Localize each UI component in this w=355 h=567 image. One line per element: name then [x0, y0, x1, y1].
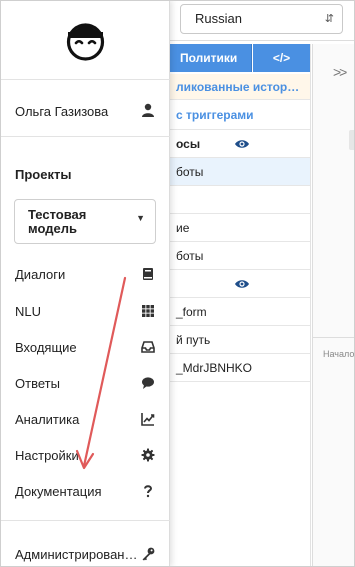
- pane-divider: [313, 337, 355, 338]
- sidebar-item-label: NLU: [15, 304, 42, 319]
- sidebar-item-label: Диалоги: [15, 267, 66, 282]
- key-icon: [142, 547, 155, 561]
- list-item[interactable]: _form: [170, 298, 310, 326]
- logo-icon[interactable]: [63, 17, 108, 62]
- grid-icon: [142, 305, 154, 317]
- sidebar-item-label: Документация: [15, 484, 102, 499]
- list-item[interactable]: боты: [170, 242, 310, 270]
- user-name[interactable]: Ольга Газизова: [15, 104, 108, 119]
- language-select-value: Russian: [195, 11, 242, 26]
- chart-line-icon: [141, 413, 155, 426]
- list-item[interactable]: с триггерами: [170, 100, 310, 130]
- list-item[interactable]: [170, 186, 310, 214]
- list-item[interactable]: й путь: [170, 326, 310, 354]
- sidebar-item-dialogs[interactable]: Диалоги: [0, 259, 170, 289]
- sidebar-item-label: Настройки: [15, 448, 79, 463]
- logo-area: [0, 0, 170, 80]
- project-select[interactable]: Тестовая модель ▼: [14, 199, 156, 244]
- sidebar-item-inbox[interactable]: Входящие: [0, 332, 170, 362]
- double-chevron-right-icon[interactable]: >>: [333, 64, 347, 80]
- pane-stub: [349, 130, 355, 150]
- sidebar-item-label: Входящие: [15, 340, 77, 355]
- sidebar-item-settings[interactable]: Настройки: [0, 440, 170, 470]
- eye-icon[interactable]: [234, 136, 250, 152]
- project-select-value: Тестовая модель: [28, 207, 87, 236]
- sidebar-item-label: Аналитика: [15, 412, 80, 427]
- sidebar-item-docs[interactable]: Документация: [0, 476, 170, 506]
- sidebar-item-label: Ответы: [15, 376, 60, 391]
- language-select[interactable]: Russian ⇵: [180, 4, 343, 34]
- sidebar-item-label: Администрирован…: [15, 547, 138, 562]
- user-icon[interactable]: [141, 103, 155, 117]
- book-icon: [143, 268, 153, 280]
- right-pane: >> Начало: [312, 44, 355, 567]
- projects-heading: Проекты: [15, 167, 72, 182]
- sidebar-item-analytics[interactable]: Аналитика: [0, 404, 170, 434]
- sidebar-item-admin[interactable]: Администрирован…: [0, 539, 170, 567]
- chevron-updown-icon: ⇵: [324, 13, 334, 25]
- tab-policies[interactable]: Политики: [170, 44, 252, 72]
- eye-icon[interactable]: [234, 276, 250, 292]
- speech-bubble-icon: [142, 377, 154, 389]
- story-list: ликованные истор… с триггерами осы боты …: [170, 74, 310, 382]
- list-item[interactable]: _MdrJBNHKO: [170, 354, 310, 382]
- gear-icon: [141, 448, 155, 462]
- list-item[interactable]: ие: [170, 214, 310, 242]
- divider: [0, 136, 170, 137]
- panel-divider: [310, 44, 311, 567]
- caret-down-icon: ▼: [136, 213, 145, 223]
- list-item[interactable]: [170, 270, 310, 298]
- divider: [0, 520, 170, 521]
- list-item[interactable]: ликованные истор…: [170, 74, 310, 100]
- list-item-label: осы: [176, 137, 201, 151]
- topbar-divider: [170, 40, 355, 41]
- list-item[interactable]: боты: [170, 158, 310, 186]
- sidebar: Ольга Газизова Проекты Тестовая модель ▼…: [0, 0, 170, 567]
- pane-label: Начало: [323, 349, 355, 359]
- question-icon: [144, 485, 153, 498]
- list-item[interactable]: осы: [170, 130, 310, 158]
- sidebar-item-responses[interactable]: Ответы: [0, 368, 170, 398]
- inbox-icon: [141, 341, 155, 353]
- sidebar-item-nlu[interactable]: NLU: [0, 296, 170, 326]
- tab-code[interactable]: </>: [253, 44, 310, 72]
